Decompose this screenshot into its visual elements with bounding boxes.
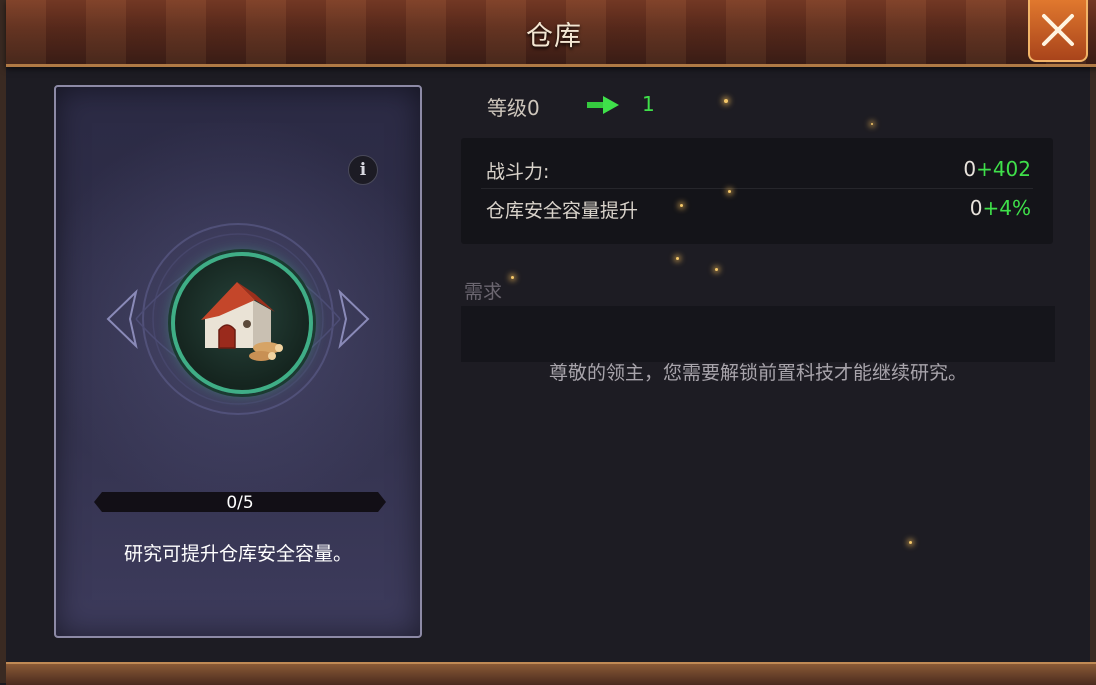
- bottom-border: [6, 662, 1096, 685]
- title-bar: 仓库: [6, 0, 1096, 67]
- research-description: 研究可提升仓库安全容量。: [123, 543, 352, 565]
- close-button[interactable]: [1028, 0, 1088, 62]
- info-icon[interactable]: i: [348, 155, 378, 185]
- requirements-bar: [461, 306, 1055, 362]
- warehouse-research-window: 仓库 i 0/5 研究可提升仓库安全容量。 等级0 1 战斗力: 0+402 仓…: [0, 0, 1096, 685]
- sparkle: [871, 123, 873, 125]
- stat-row-capacity: 仓库安全容量提升 0+4%: [486, 196, 1031, 226]
- requirements-label: 需求: [464, 281, 503, 303]
- stat-label: 仓库安全容量提升: [486, 200, 639, 222]
- sparkle: [680, 204, 683, 207]
- sparkle: [676, 257, 679, 260]
- stat-divider: [481, 188, 1033, 189]
- sparkle: [511, 276, 514, 279]
- arrow-right-icon: [587, 96, 619, 114]
- sparkle: [715, 268, 718, 271]
- stats-panel: 战斗力: 0+402 仓库安全容量提升 0+4%: [461, 138, 1053, 244]
- progress-text: 0/5: [226, 493, 254, 513]
- research-card: i 0/5 研究可提升仓库安全容量。: [54, 85, 422, 638]
- next-level: 1: [642, 92, 655, 116]
- warehouse-icon: [201, 282, 283, 361]
- sparkle: [728, 190, 731, 193]
- building-icon-circle: [171, 252, 313, 394]
- stat-value: 0+4%: [969, 196, 1031, 220]
- stat-label: 战斗力:: [486, 161, 550, 183]
- close-icon: [1042, 14, 1074, 46]
- current-level: 等级0: [487, 96, 540, 120]
- window-title: 仓库: [526, 21, 582, 52]
- stat-value: 0+402: [963, 157, 1031, 181]
- sparkle: [909, 541, 912, 544]
- stat-row-power: 战斗力: 0+402: [486, 157, 1031, 187]
- requirements-message: 尊敬的领主，您需要解锁前置科技才能继续研究。: [548, 362, 967, 384]
- sparkle: [724, 99, 728, 103]
